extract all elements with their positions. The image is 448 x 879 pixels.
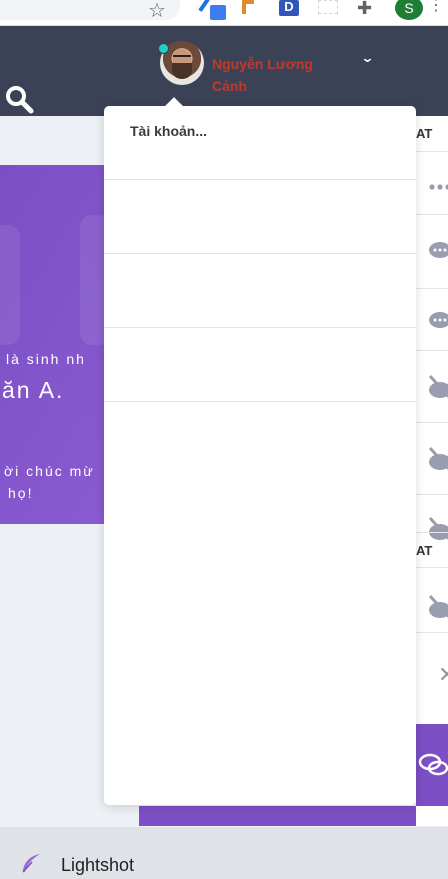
right-side-panel: AT AT ✕ [416,116,448,826]
chat-muted-icon[interactable] [428,372,448,399]
menu-item[interactable] [104,254,416,328]
banner-text: họ! [8,485,34,501]
panel-header: AT [416,532,448,568]
chat-muted-icon[interactable] [428,444,448,471]
profile-avatar[interactable]: S [395,0,423,20]
grid-extension-icon[interactable] [318,0,338,14]
menu-item[interactable] [104,180,416,254]
lightshot-bar: Lightshot [0,827,448,879]
chat-bubbles-icon [418,753,448,776]
d-extension-icon[interactable]: D [279,0,299,16]
browser-toolbar: ☆ D ✚ S ⋮ [0,0,448,26]
banner-decoration [80,215,104,345]
banner-name: ăn A. [2,377,65,403]
chat-launcher[interactable] [416,724,448,806]
user-dropdown-menu: Tài khoản... [104,97,416,805]
banner-decoration [0,225,20,345]
more-icon[interactable]: ⋮ [428,0,448,18]
banner-text: là sinh nh [6,351,86,367]
pen-extension-icon[interactable] [198,0,226,20]
chat-icon[interactable] [428,240,448,262]
user-name[interactable]: Nguyễn Lương Cảnh [212,53,342,97]
bookmark-star-icon[interactable]: ☆ [148,0,166,23]
menu-item-account[interactable]: Tài khoản... [104,106,416,180]
extensions-puzzle-icon[interactable]: ✚ [357,0,379,18]
search-icon[interactable] [4,84,34,114]
feather-icon[interactable] [20,852,42,874]
flag-extension-icon[interactable] [238,0,256,18]
birthday-banner: là sinh nh ăn A. ời chúc mừ họ! [0,165,104,524]
more-dots-icon[interactable] [428,176,448,198]
chat-muted-icon[interactable] [428,592,448,619]
lightshot-label[interactable]: Lightshot [61,855,134,876]
menu-item-label: Tài khoản... [130,123,208,139]
content-strip [139,806,416,826]
online-status-dot [158,43,169,54]
close-icon[interactable]: ✕ [438,662,448,688]
menu-item[interactable] [104,328,416,402]
banner-text: ời chúc mừ [4,463,95,479]
chevron-down-icon[interactable]: ⌄ [360,50,374,66]
chat-icon[interactable] [428,310,448,332]
top-navbar: Nguyễn Lương Cảnh ⌄ [0,26,448,116]
panel-header: AT [416,116,448,152]
